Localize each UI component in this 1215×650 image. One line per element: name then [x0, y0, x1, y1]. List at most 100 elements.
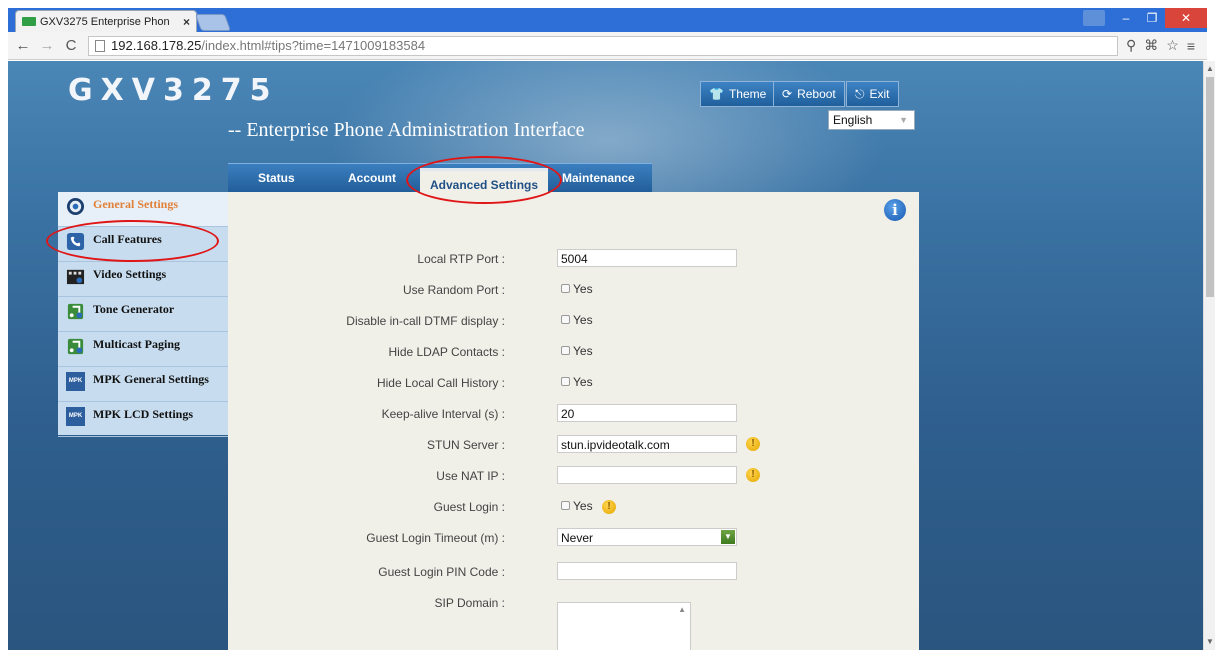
- menu-icon[interactable]: ≡: [1187, 38, 1195, 54]
- row-stun-server: STUN Server : stun.ipvideotalk.com !: [228, 435, 919, 455]
- use-nat-ip-input[interactable]: [557, 466, 737, 484]
- disable-dtmf-checkbox[interactable]: [561, 315, 570, 324]
- sidebar-item-video-settings[interactable]: Video Settings: [58, 262, 228, 297]
- local-rtp-port-label: Local RTP Port :: [417, 252, 505, 266]
- guest-login-checkbox[interactable]: [561, 501, 570, 510]
- url-path: /index.html#tips?time=1471009183584: [201, 38, 426, 53]
- page-icon: [95, 39, 105, 52]
- guest-pin-label: Guest Login PIN Code :: [378, 565, 505, 579]
- new-tab-button[interactable]: [194, 14, 232, 31]
- user-profile-icon[interactable]: [1083, 10, 1105, 26]
- sidebar-item-label: Video Settings: [93, 267, 167, 281]
- guest-pin-input[interactable]: [557, 562, 737, 580]
- sidebar-item-multicast-paging[interactable]: Multicast Paging: [58, 332, 228, 367]
- forward-arrow-icon[interactable]: →: [38, 37, 56, 54]
- hide-ldap-checkbox[interactable]: [561, 346, 570, 355]
- hide-call-history-label: Hide Local Call History :: [376, 376, 505, 390]
- reboot-button[interactable]: ⟳ Reboot: [773, 81, 845, 107]
- reboot-label: Reboot: [797, 87, 836, 101]
- row-hide-ldap: Hide LDAP Contacts : Yes: [228, 342, 919, 362]
- row-sip-domain: SIP Domain : ▲: [228, 593, 919, 650]
- restore-button[interactable]: ❐: [1139, 8, 1165, 28]
- chevron-down-icon: ▼: [721, 530, 735, 544]
- warning-icon[interactable]: !: [602, 500, 616, 514]
- music-note-icon: [67, 303, 84, 320]
- scroll-down-icon[interactable]: ▼: [1206, 637, 1214, 646]
- keepalive-input[interactable]: 20: [557, 404, 737, 422]
- url-input[interactable]: 192.168.178.25 /index.html#tips?time=147…: [88, 35, 1118, 56]
- row-guest-pin: Guest Login PIN Code :: [228, 562, 919, 582]
- minimize-button[interactable]: –: [1113, 8, 1139, 28]
- row-local-rtp-port: Local RTP Port : 5004: [228, 249, 919, 269]
- scroll-up-icon[interactable]: ▲: [1206, 64, 1214, 73]
- reload-icon[interactable]: C: [62, 37, 80, 54]
- scrollbar-thumb[interactable]: [1206, 77, 1214, 297]
- guest-timeout-value: Never: [561, 531, 594, 545]
- tab-maintenance[interactable]: Maintenance: [562, 171, 635, 185]
- browser-tab[interactable]: GXV3275 Enterprise Phon ×: [15, 10, 197, 32]
- sidebar-item-mpk-general-settings[interactable]: MPK MPK General Settings: [58, 367, 228, 402]
- use-nat-ip-label: Use NAT IP :: [436, 469, 505, 483]
- sidebar-item-mpk-lcd-settings[interactable]: MPK MPK LCD Settings: [58, 402, 228, 437]
- language-value: English: [833, 113, 873, 127]
- mpk-icon: MPK: [66, 407, 85, 426]
- star-icon[interactable]: ☆: [1166, 37, 1179, 54]
- key-icon[interactable]: ⚲: [1126, 37, 1136, 54]
- sidebar-item-label: Tone Generator: [93, 302, 175, 316]
- admin-page: GXV3275 -- Enterprise Phone Administrati…: [8, 61, 1203, 650]
- use-random-port-label: Use Random Port :: [402, 283, 505, 297]
- tab-account[interactable]: Account: [348, 171, 396, 185]
- product-logo: GXV3275: [68, 73, 279, 108]
- sidebar-item-label: MPK General Settings: [93, 372, 209, 386]
- settings-panel: i Local RTP Port : 5004 Use Random Port …: [228, 192, 919, 650]
- shirt-icon: 👕: [709, 87, 724, 101]
- window-close-button[interactable]: ✕: [1165, 8, 1207, 28]
- url-host: 192.168.178.25: [111, 38, 202, 53]
- page-scrollbar[interactable]: ▲ ▼: [1203, 61, 1215, 650]
- highlight-ring-advanced: [406, 156, 562, 204]
- sidebar-item-label: MPK LCD Settings: [93, 407, 193, 421]
- highlight-ring-call-features: [46, 220, 219, 262]
- row-guest-timeout: Guest Login Timeout (m) : Never ▼: [228, 528, 919, 548]
- mpk-icon: MPK: [66, 372, 85, 391]
- guest-login-option: Yes: [573, 499, 593, 513]
- row-hide-call-history: Hide Local Call History : Yes: [228, 373, 919, 393]
- row-use-nat-ip: Use NAT IP : !: [228, 466, 919, 486]
- use-random-port-option: Yes: [573, 282, 593, 296]
- chevron-down-icon: ▼: [899, 115, 908, 125]
- hide-call-history-checkbox[interactable]: [561, 377, 570, 386]
- warning-icon[interactable]: !: [746, 468, 760, 482]
- theme-button[interactable]: 👕 Theme: [700, 81, 776, 107]
- window-controls: – ❐ ✕: [1083, 8, 1207, 28]
- language-select[interactable]: English ▼: [828, 110, 915, 130]
- disable-dtmf-label: Disable in-call DTMF display :: [346, 314, 505, 328]
- sidebar-item-tone-generator[interactable]: Tone Generator: [58, 297, 228, 332]
- tab-status[interactable]: Status: [258, 171, 295, 185]
- guest-timeout-select[interactable]: Never ▼: [557, 528, 737, 546]
- theme-label: Theme: [728, 87, 767, 101]
- keepalive-label: Keep-alive Interval (s) :: [381, 407, 505, 421]
- reboot-icon: ⟳: [782, 87, 793, 101]
- row-guest-login: Guest Login : Yes !: [228, 497, 919, 517]
- local-rtp-port-input[interactable]: 5004: [557, 249, 737, 267]
- use-random-port-checkbox[interactable]: [561, 284, 570, 293]
- close-tab-icon[interactable]: ×: [183, 15, 190, 29]
- sidebar-item-label: Multicast Paging: [93, 337, 180, 351]
- gear-icon: [66, 197, 85, 216]
- translate-icon[interactable]: ⌘: [1144, 37, 1158, 54]
- sidebar-item-label: General Settings: [93, 197, 178, 211]
- exit-button[interactable]: ⎋ Exit: [846, 81, 899, 107]
- sip-domain-textarea[interactable]: ▲: [557, 602, 691, 650]
- row-keepalive: Keep-alive Interval (s) : 20: [228, 404, 919, 424]
- hide-ldap-option: Yes: [573, 344, 593, 358]
- scroll-up-icon[interactable]: ▲: [678, 605, 686, 614]
- favicon-icon: [22, 17, 36, 26]
- stun-server-label: STUN Server :: [426, 438, 505, 452]
- stun-server-input[interactable]: stun.ipvideotalk.com: [557, 435, 737, 453]
- info-icon[interactable]: i: [884, 199, 906, 221]
- back-arrow-icon[interactable]: ←: [14, 37, 32, 54]
- warning-icon[interactable]: !: [746, 437, 760, 451]
- address-bar: ← → C 192.168.178.25 /index.html#tips?ti…: [8, 32, 1207, 60]
- guest-login-label: Guest Login :: [433, 500, 505, 514]
- hide-call-history-option: Yes: [573, 375, 593, 389]
